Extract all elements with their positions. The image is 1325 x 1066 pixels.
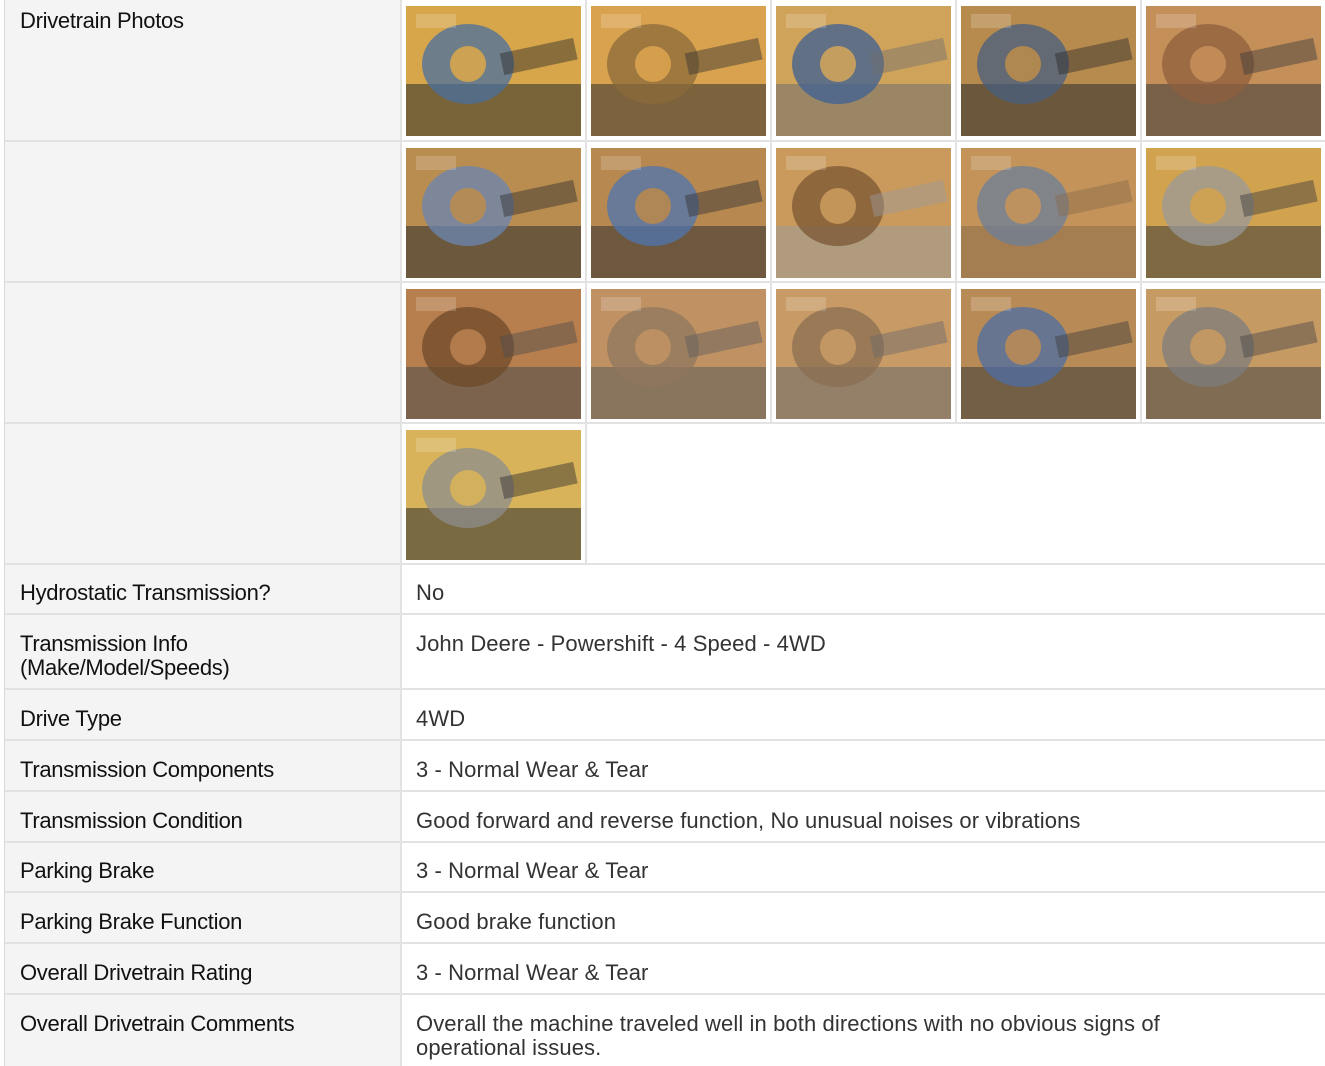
photo-13: [776, 289, 951, 419]
field-value: Good forward and reverse function, No un…: [416, 808, 1081, 833]
photo-9: [961, 148, 1136, 278]
photo-grid-row-4: [402, 424, 1325, 564]
photo-4: [961, 6, 1136, 136]
photo-row-3: [5, 283, 1325, 424]
photo-14: [961, 289, 1136, 419]
field-row-transmission-info: Transmission Info (Make/Model/Speeds) Jo…: [5, 615, 1325, 690]
field-label: Transmission Condition: [5, 792, 402, 841]
photo-row-4: [5, 424, 1325, 565]
photo-thumbnail[interactable]: [961, 6, 1136, 136]
photo-thumbnail[interactable]: [591, 289, 766, 419]
photo-5: [1146, 6, 1321, 136]
photo-15: [1146, 289, 1321, 419]
field-value: John Deere - Powershift - 4 Speed - 4WD: [416, 631, 826, 656]
photo-row-2: [5, 142, 1325, 283]
photo-8: [776, 148, 951, 278]
field-value: No: [416, 580, 445, 605]
photo-12: [591, 289, 766, 419]
photo-thumbnail[interactable]: [406, 289, 581, 419]
photo-2: [591, 6, 766, 136]
photo-thumbnail[interactable]: [776, 289, 951, 419]
field-row-transmission-components: Transmission Components 3 - Normal Wear …: [5, 741, 1325, 792]
photo-thumbnail[interactable]: [1146, 289, 1321, 419]
photo-grid-row-1: [402, 0, 1325, 140]
field-value: Good brake function: [416, 909, 617, 934]
field-label: Overall Drivetrain Rating: [5, 944, 402, 993]
field-label: Parking Brake: [5, 843, 402, 891]
field-value: 3 - Normal Wear & Tear: [416, 858, 649, 883]
field-label: Drive Type: [5, 690, 402, 739]
photo-10: [1146, 148, 1321, 278]
photo-3: [776, 6, 951, 136]
drivetrain-table: Drivetrain Photos Hydrostatic Transmissi…: [4, 0, 1325, 1066]
photo-6: [406, 148, 581, 278]
photo-thumbnail[interactable]: [776, 148, 951, 278]
photo-thumbnail[interactable]: [406, 430, 581, 560]
field-row-hydrostatic: Hydrostatic Transmission? No: [5, 565, 1325, 615]
field-value: 3 - Normal Wear & Tear: [416, 960, 649, 985]
photo-7: [591, 148, 766, 278]
field-value: 3 - Normal Wear & Tear: [416, 757, 649, 782]
drivetrain-photos-label: Drivetrain Photos: [5, 0, 402, 140]
photo-grid-row-3: [402, 283, 1325, 423]
field-row-overall-comments: Overall Drivetrain Comments Overall the …: [5, 995, 1325, 1066]
field-label: Overall Drivetrain Comments: [5, 995, 402, 1066]
photo-grid-row-2: [402, 142, 1325, 282]
field-label: Transmission Components: [5, 741, 402, 790]
empty-label-cell: [5, 142, 402, 281]
photo-row-1: Drivetrain Photos: [5, 0, 1325, 142]
field-row-parking-brake-function: Parking Brake Function Good brake functi…: [5, 893, 1325, 944]
field-value: Overall the machine traveled well in bot…: [416, 1011, 1160, 1060]
photo-thumbnail[interactable]: [591, 6, 766, 136]
photo-thumbnail[interactable]: [1146, 148, 1321, 278]
photo-thumbnail[interactable]: [406, 6, 581, 136]
photo-thumbnail[interactable]: [961, 289, 1136, 419]
photo-thumbnail[interactable]: [591, 148, 766, 278]
photo-thumbnail[interactable]: [1146, 6, 1321, 136]
field-label: Hydrostatic Transmission?: [5, 565, 402, 613]
empty-label-cell: [5, 283, 402, 422]
field-value: 4WD: [416, 706, 466, 731]
photo-1: [406, 6, 581, 136]
field-label: Parking Brake Function: [5, 893, 402, 942]
photo-16: [406, 430, 581, 560]
photo-thumbnail[interactable]: [776, 6, 951, 136]
field-row-transmission-condition: Transmission Condition Good forward and …: [5, 792, 1325, 843]
field-row-parking-brake: Parking Brake 3 - Normal Wear & Tear: [5, 843, 1325, 893]
photo-thumbnail[interactable]: [961, 148, 1136, 278]
field-row-overall-rating: Overall Drivetrain Rating 3 - Normal Wea…: [5, 944, 1325, 995]
field-label: Transmission Info (Make/Model/Speeds): [5, 615, 402, 688]
photo-thumbnail[interactable]: [406, 148, 581, 278]
field-row-drive-type: Drive Type 4WD: [5, 690, 1325, 741]
photo-11: [406, 289, 581, 419]
empty-label-cell: [5, 424, 402, 563]
